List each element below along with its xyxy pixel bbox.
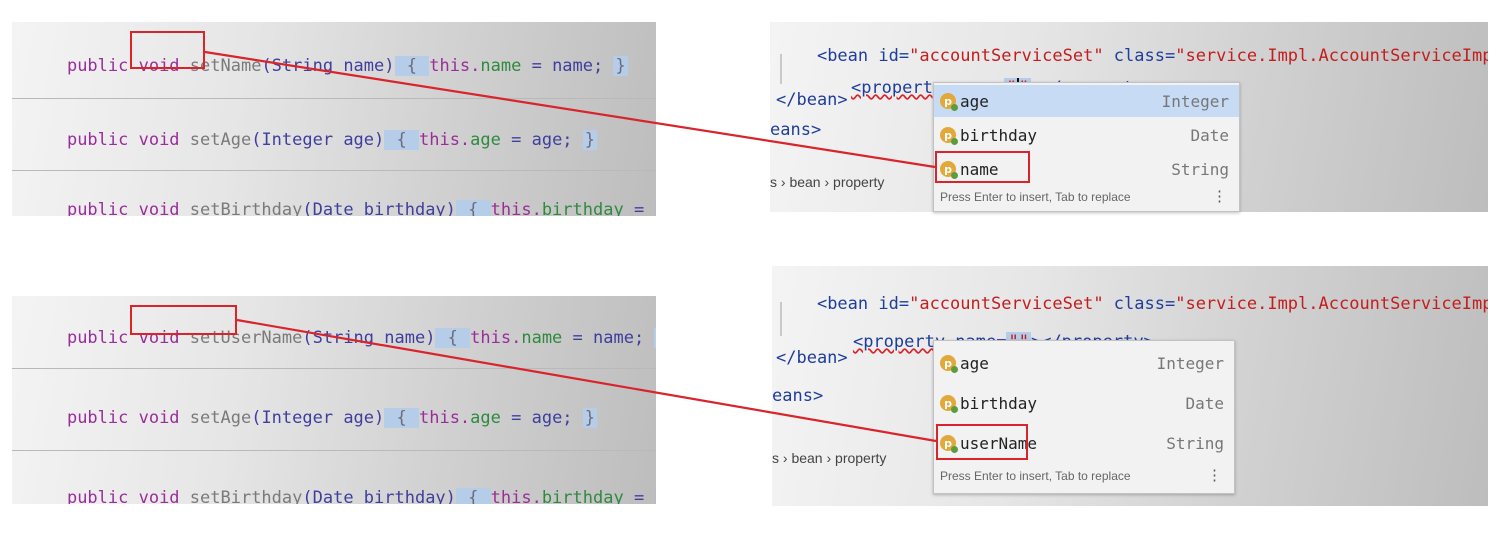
arrow-setname-to-name [204,50,936,169]
connector-arrows [204,50,937,443]
arrow-setusername-to-username [236,318,937,443]
